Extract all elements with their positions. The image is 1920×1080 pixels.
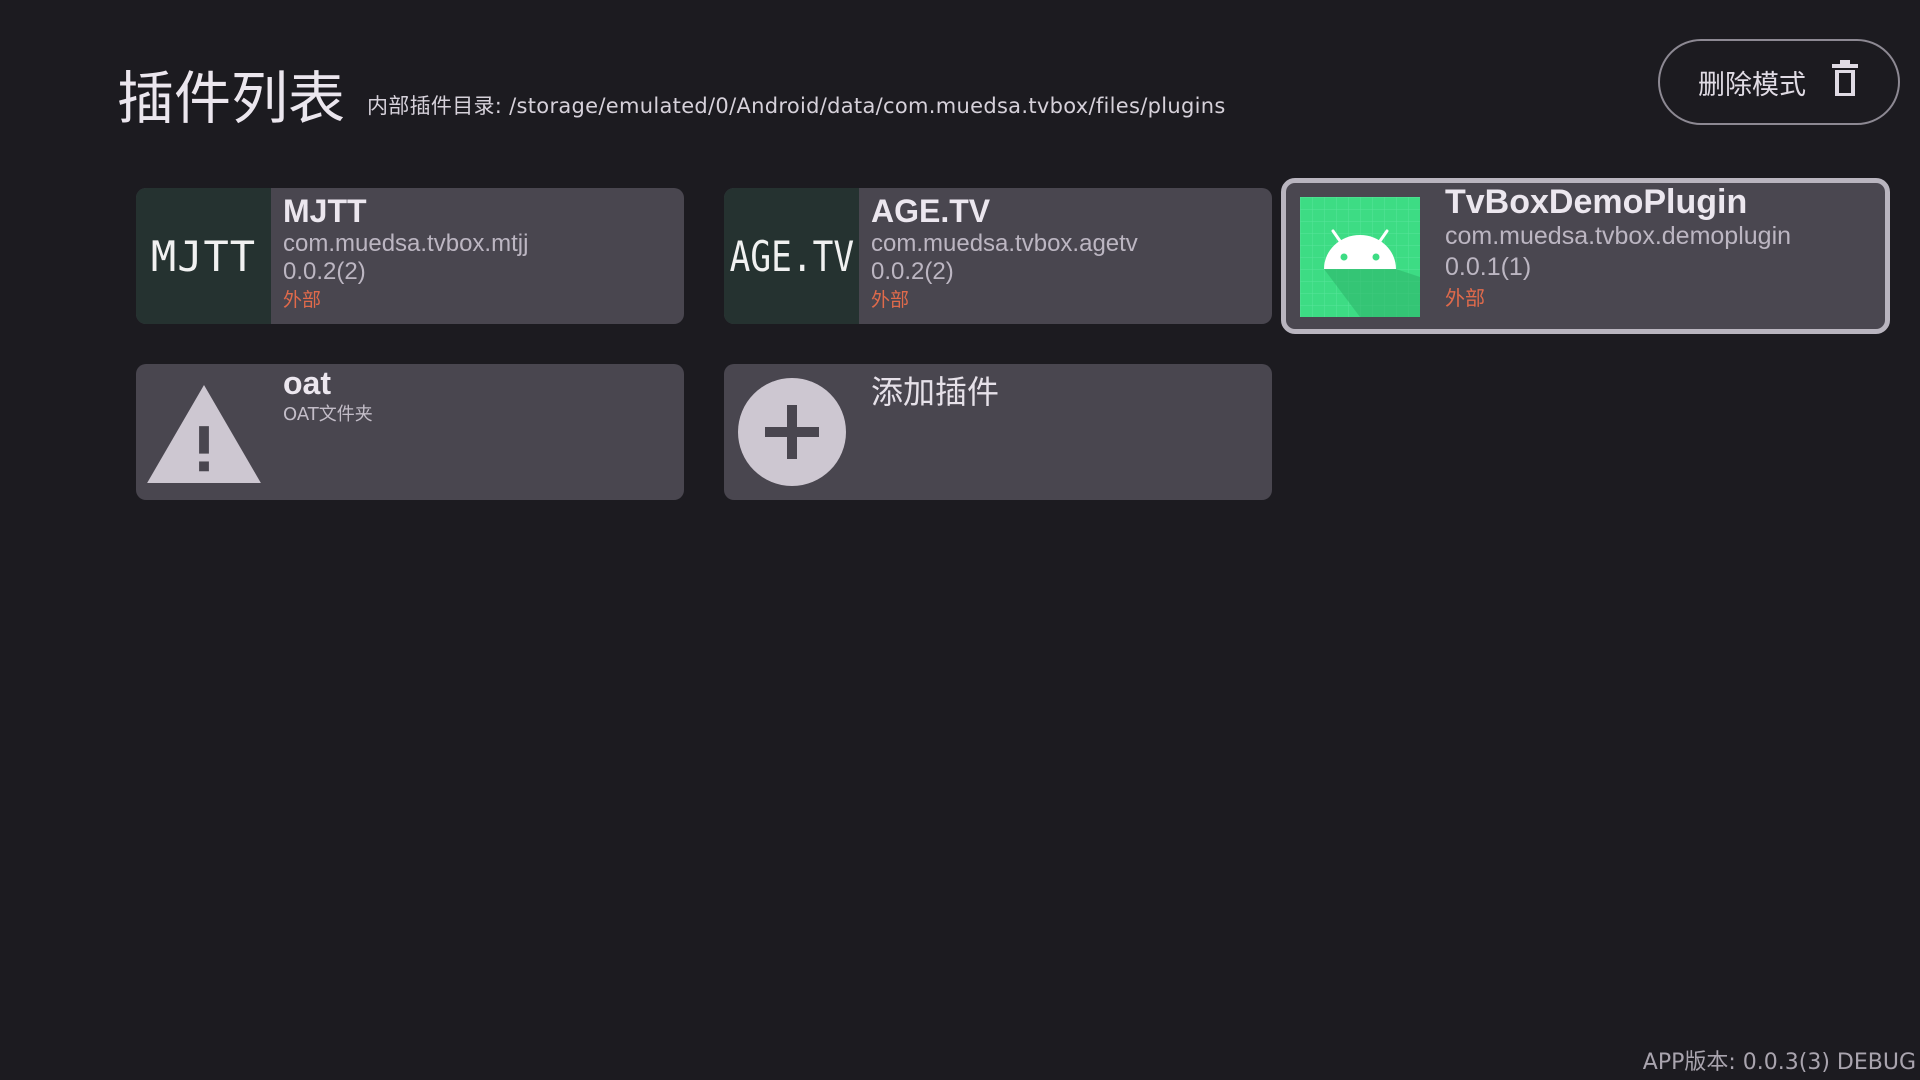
plugin-icon-text: MJTT: [150, 231, 257, 281]
plugin-version: 0.0.1(1): [1445, 253, 1532, 281]
plugin-version: 0.0.2(2): [871, 258, 954, 285]
app-version: APP版本: 0.0.3(3) DEBUG: [1642, 1050, 1916, 1075]
page-title: 插件列表: [117, 66, 345, 132]
plugin-directory-path: 内部插件目录: /storage/emulated/0/Android/data…: [367, 94, 1226, 118]
plugin-package: com.muedsa.tvbox.mtjj: [283, 230, 529, 257]
plugin-card-mjtt[interactable]: MJTT MJTT com.muedsa.tvbox.mtjj 0.0.2(2)…: [136, 188, 684, 324]
add-plugin-card[interactable]: 添加插件: [724, 364, 1272, 500]
add-plugin-label: 添加插件: [871, 373, 1000, 411]
plugin-source-tag: 外部: [871, 289, 910, 311]
plugin-icon-text: AGE.TV: [729, 231, 854, 281]
page-header: 插件列表 内部插件目录: /storage/emulated/0/Android…: [117, 48, 1226, 128]
delete-mode-label: 删除模式: [1698, 69, 1806, 101]
plugin-source-tag: 外部: [1445, 286, 1485, 310]
plugin-card-agetv[interactable]: AGE.TV AGE.TV com.muedsa.tvbox.agetv 0.0…: [724, 188, 1272, 324]
trash-icon: [1830, 59, 1860, 105]
plugin-package: com.muedsa.tvbox.demoplugin: [1445, 222, 1792, 250]
plugin-package: com.muedsa.tvbox.agetv: [871, 230, 1138, 257]
android-icon: [1300, 197, 1420, 317]
delete-mode-button[interactable]: 删除模式: [1658, 39, 1900, 125]
oat-folder-name: oat: [283, 365, 331, 401]
plugin-name: AGE.TV: [871, 193, 991, 229]
plus-circle-icon: [724, 364, 859, 500]
plugin-card-demoplugin[interactable]: TvBoxDemoPlugin com.muedsa.tvbox.demoplu…: [1281, 178, 1890, 334]
plugin-name: TvBoxDemoPlugin: [1445, 183, 1748, 221]
oat-folder-card[interactable]: oat OAT文件夹: [136, 364, 684, 500]
plugin-icon-agetv: AGE.TV: [724, 188, 859, 324]
oat-folder-subtitle: OAT文件夹: [283, 404, 373, 425]
plugin-icon-mjtt: MJTT: [136, 188, 271, 324]
plugin-name: MJTT: [283, 193, 367, 229]
plugin-source-tag: 外部: [283, 289, 322, 311]
plugin-version: 0.0.2(2): [283, 258, 366, 285]
warning-icon: [136, 364, 271, 500]
